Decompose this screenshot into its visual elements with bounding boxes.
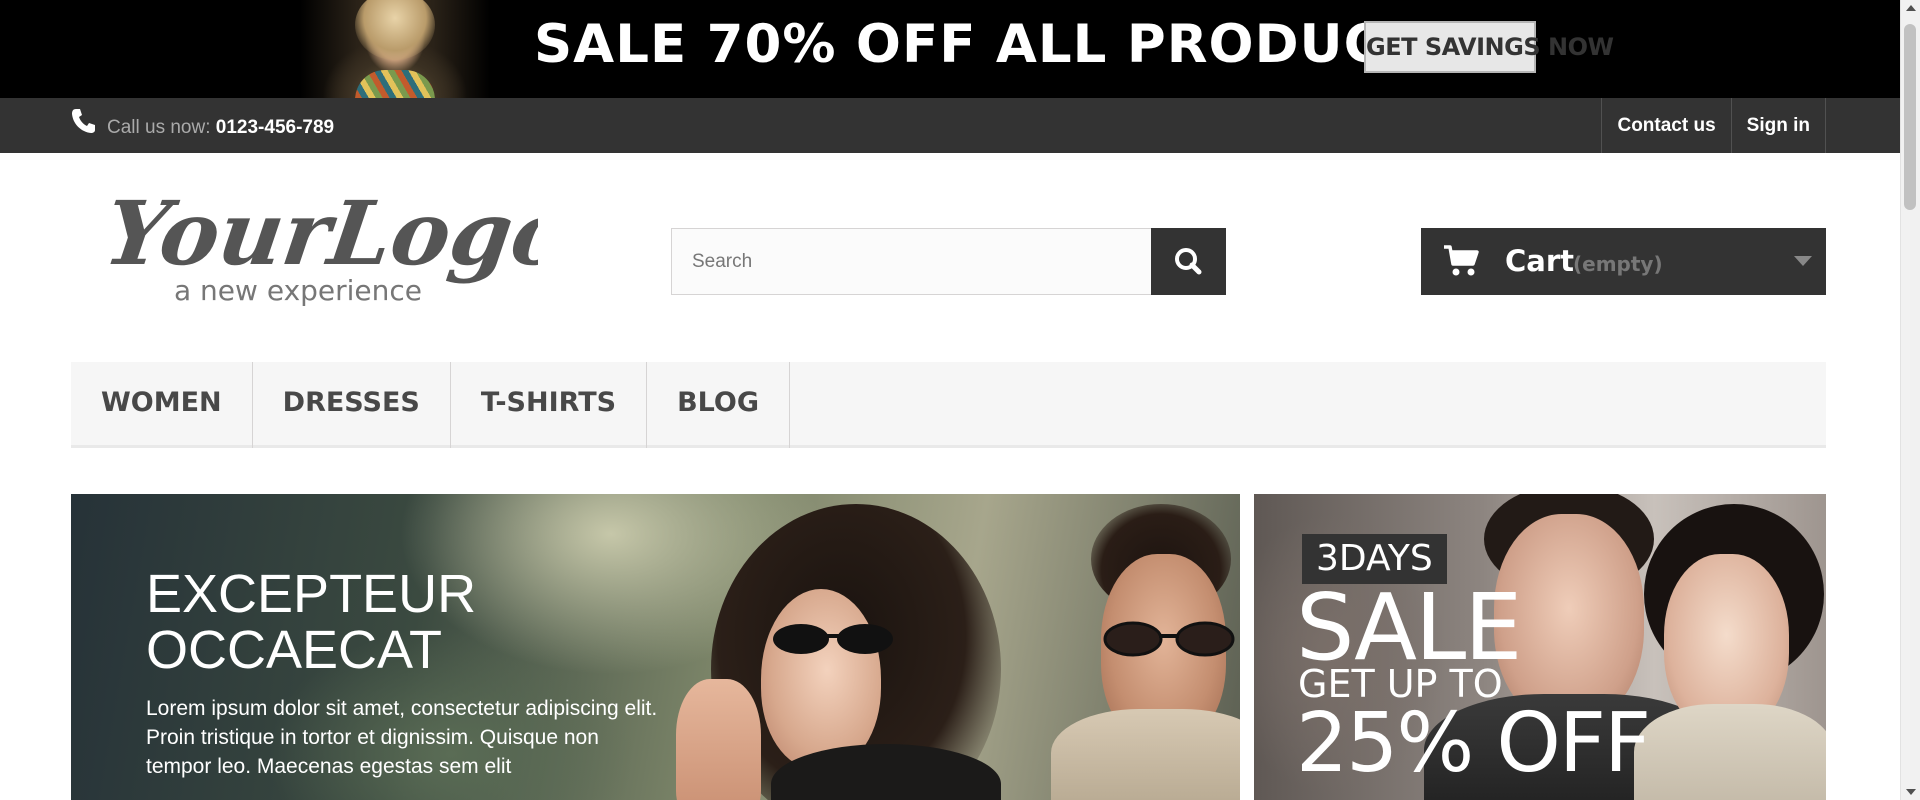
contact-us-link[interactable]: Contact us bbox=[1601, 98, 1730, 153]
logo-tagline: a new experience bbox=[174, 274, 422, 307]
phone-icon bbox=[72, 109, 95, 133]
menu-item-tshirts[interactable]: T-SHIRTS bbox=[451, 362, 648, 448]
scroll-down-arrow-icon[interactable] bbox=[1901, 783, 1920, 800]
cart-icon bbox=[1444, 245, 1479, 276]
slide-title-line2: OCCAECAT bbox=[146, 620, 443, 680]
chevron-down-icon bbox=[1794, 256, 1812, 266]
menu-item-blog[interactable]: BLOG bbox=[647, 362, 790, 448]
scroll-up-arrow-icon[interactable] bbox=[1901, 0, 1920, 17]
get-savings-button[interactable]: GET SAVINGS NOW bbox=[1364, 21, 1614, 73]
promo-banner[interactable]: SALE 70% OFF ALL PRODUCTS GET SAVINGS NO… bbox=[0, 0, 1900, 98]
side-promo-banner[interactable]: 3DAYS SALE GET UP TO 25% OFF bbox=[1254, 494, 1826, 800]
top-links: Contact us Sign in bbox=[1601, 98, 1826, 153]
cart-status: (empty) bbox=[1573, 252, 1663, 276]
promo-headline: SALE 70% OFF ALL PRODUCTS bbox=[534, 14, 1460, 75]
search-icon bbox=[1175, 248, 1202, 275]
search-input[interactable] bbox=[672, 229, 1150, 294]
sale-heading: SALE bbox=[1296, 574, 1522, 681]
search-bar bbox=[671, 228, 1226, 295]
homepage-slider[interactable]: EXCEPTEUR OCCAECAT Lorem ipsum dolor sit… bbox=[71, 494, 1240, 800]
promo-model-image bbox=[300, 0, 490, 98]
site-logo[interactable]: YourLogo a new experience bbox=[108, 182, 538, 312]
cart-label: Cart bbox=[1505, 244, 1575, 278]
slide-title-line1: EXCEPTEUR bbox=[146, 564, 477, 624]
slide-title: EXCEPTEUR OCCAECAT bbox=[146, 566, 476, 678]
call-label: Call us now: bbox=[107, 117, 216, 138]
man-sunglasses-graphic bbox=[1103, 621, 1235, 657]
search-button[interactable] bbox=[1151, 228, 1226, 295]
sunglasses-graphic bbox=[773, 624, 893, 654]
top-nav-bar: Call us now: 0123-456-789 Contact us Sig… bbox=[0, 98, 1900, 153]
main-menu: WOMEN DRESSES T-SHIRTS BLOG bbox=[71, 362, 1826, 448]
cart-button[interactable]: Cart (empty) bbox=[1421, 228, 1826, 295]
sign-in-link[interactable]: Sign in bbox=[1730, 98, 1826, 153]
menu-item-dresses[interactable]: DRESSES bbox=[253, 362, 451, 448]
menu-item-women[interactable]: WOMEN bbox=[71, 362, 253, 448]
phone-number: 0123-456-789 bbox=[215, 117, 335, 138]
logo-wordmark: YourLogo bbox=[108, 182, 538, 285]
scroll-thumb[interactable] bbox=[1904, 24, 1916, 210]
slide-description: Lorem ipsum dolor sit amet, consectetur … bbox=[146, 697, 658, 778]
page-scrollbar[interactable] bbox=[1900, 0, 1920, 800]
discount-text: 25% OFF bbox=[1296, 696, 1651, 791]
